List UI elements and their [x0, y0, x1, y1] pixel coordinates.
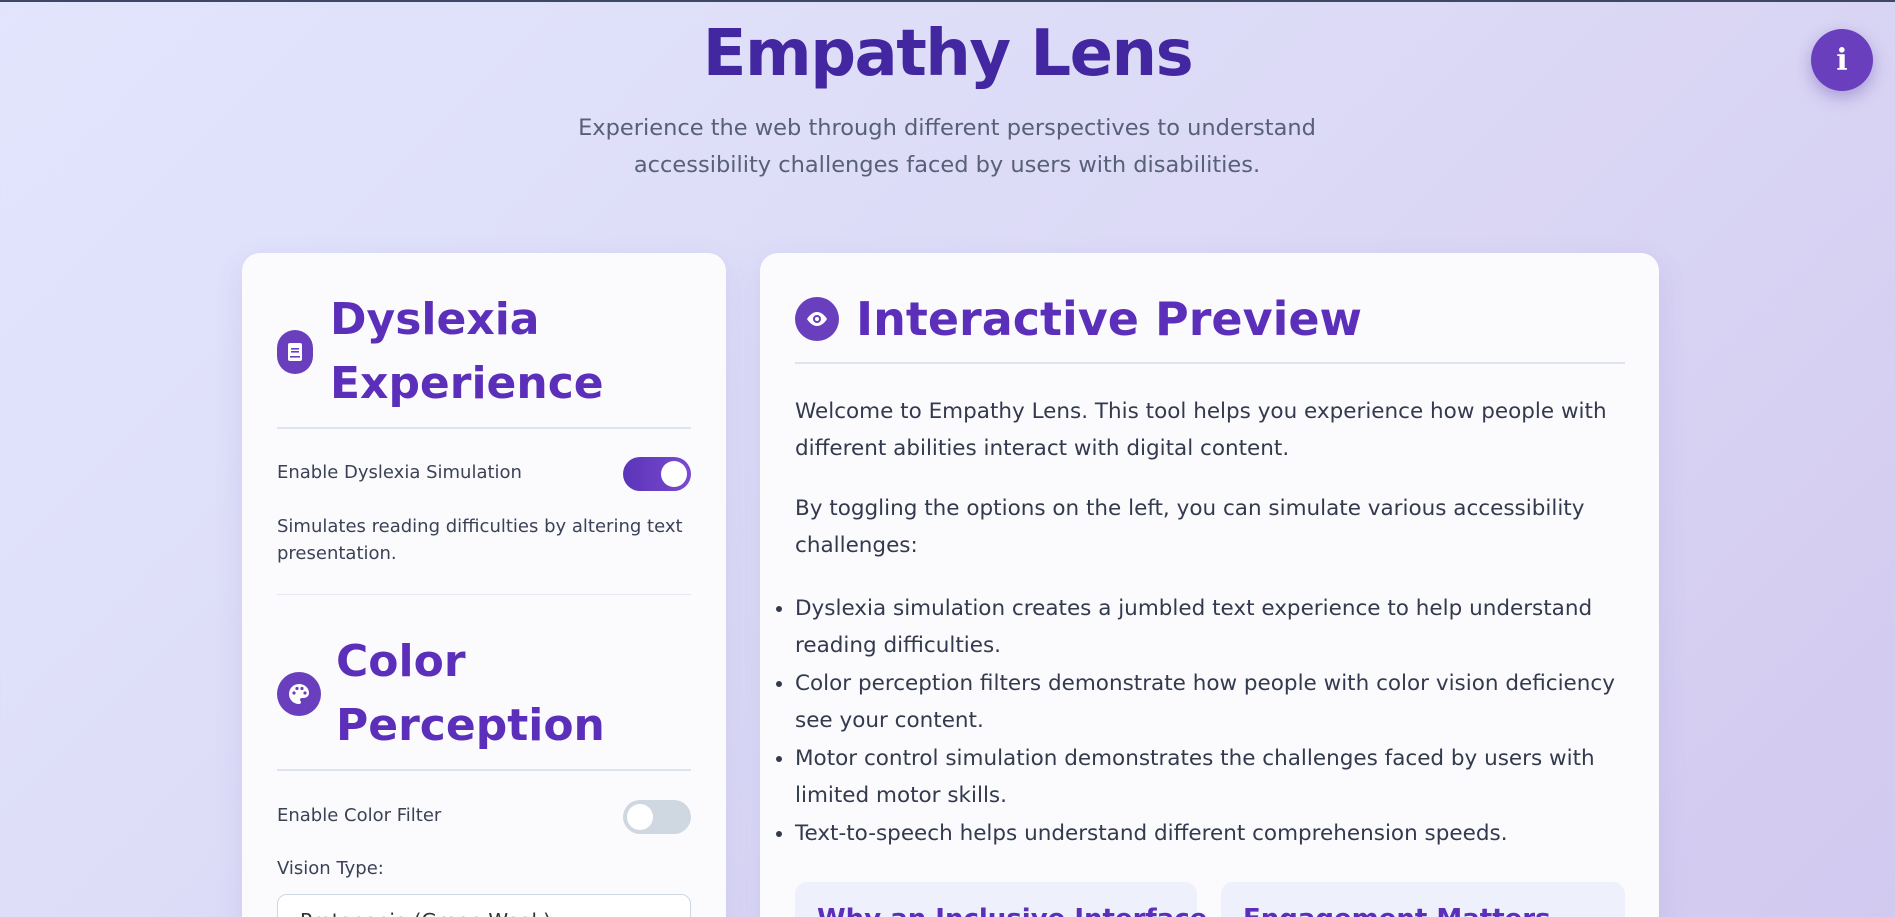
vision-type-select[interactable]: Protanopia (Green-Weak): [277, 894, 691, 917]
color-toggle-label: Enable Color Filter: [277, 805, 442, 826]
top-border: [0, 0, 1895, 2]
toggle-knob: [661, 461, 687, 487]
color-section-title: Color Perception: [336, 636, 605, 751]
preview-divider: [795, 362, 1625, 364]
book-icon: [277, 330, 313, 374]
list-item: Motor control simulation demonstrates th…: [795, 740, 1635, 814]
palette-icon: [277, 672, 321, 716]
dyslexia-description: Simulates reading difficulties by alteri…: [277, 516, 683, 564]
section-divider: [277, 427, 691, 429]
vision-type-label: Vision Type:: [277, 858, 384, 879]
info-card: Why an Inclusive Interface: [795, 882, 1207, 917]
page-title: Empathy Lens: [702, 17, 1194, 91]
feature-list: Dyslexia simulation creates a jumbled te…: [795, 590, 1635, 853]
info-card-title: Why an Inclusive Interface: [817, 904, 1207, 917]
preview-instructions: By toggling the options on the left, you…: [795, 496, 1585, 558]
list-item: Color perception filters demonstrate how…: [795, 665, 1635, 739]
section-divider: [277, 769, 691, 771]
toggle-knob: [627, 804, 653, 830]
color-filter-toggle[interactable]: [623, 800, 691, 834]
page-subtitle: Experience the web through different per…: [578, 115, 1316, 178]
preview-intro: Welcome to Empathy Lens. This tool helps…: [795, 399, 1607, 461]
list-item: Text-to-speech helps understand differen…: [795, 815, 1635, 852]
list-item: Dyslexia simulation creates a jumbled te…: [795, 590, 1635, 664]
dyslexia-toggle[interactable]: [623, 457, 691, 491]
dyslexia-toggle-label: Enable Dyslexia Simulation: [277, 462, 522, 483]
info-card: Engagement Matters: [1221, 882, 1625, 917]
dyslexia-section-title: Dyslexia Experience: [330, 294, 604, 409]
info-icon: i: [1836, 42, 1848, 78]
preview-title: Interactive Preview: [856, 292, 1363, 346]
section-divider: [277, 594, 691, 595]
eye-icon: [795, 297, 839, 341]
info-button[interactable]: i: [1811, 29, 1873, 91]
info-card-title: Engagement Matters: [1243, 904, 1551, 917]
